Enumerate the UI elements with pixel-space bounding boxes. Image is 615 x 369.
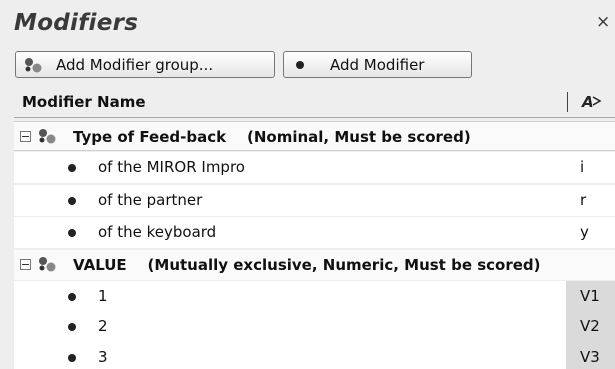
column-separator[interactable] xyxy=(567,92,568,112)
modifier-row[interactable]: of the MIROR Impro i xyxy=(14,152,615,183)
modifier-row[interactable]: of the partner r xyxy=(14,185,615,216)
group-name: VALUE (Mutually exclusive, Numeric, Must… xyxy=(73,256,541,274)
modifier-group-icon xyxy=(36,127,58,149)
group-title: Type of Feed-back xyxy=(73,128,227,146)
add-modifier-label: Add Modifier xyxy=(330,55,425,74)
modifier-group-icon xyxy=(22,56,44,74)
bullet-icon xyxy=(68,354,76,362)
modifier-code: V3 xyxy=(566,342,615,369)
group-description: (Mutually exclusive, Numeric, Must be sc… xyxy=(147,256,541,274)
modifier-label: 2 xyxy=(98,317,108,335)
modifier-label: 1 xyxy=(98,287,108,305)
column-header: Modifier Name A xyxy=(14,86,615,118)
modifier-code: r xyxy=(580,191,587,209)
bullet-icon xyxy=(296,60,304,69)
bullet-icon xyxy=(68,323,76,331)
bullet-icon xyxy=(68,197,76,205)
modifier-label: 3 xyxy=(98,348,108,366)
modifier-group-icon xyxy=(36,255,58,277)
bullet-icon xyxy=(68,164,76,172)
modifier-row[interactable]: of the keyboard y xyxy=(14,217,615,248)
sort-az-icon[interactable]: A xyxy=(581,91,603,115)
modifier-label: of the MIROR Impro xyxy=(98,158,245,176)
bullet-icon xyxy=(68,293,76,301)
modifier-group-row[interactable]: VALUE (Mutually exclusive, Numeric, Must… xyxy=(14,250,615,280)
modifier-row[interactable]: 2 V2 xyxy=(14,311,615,342)
collapse-icon[interactable] xyxy=(20,131,31,142)
modifier-row[interactable]: 1 V1 xyxy=(14,281,615,312)
add-modifier-group-button[interactable]: Add Modifier group... xyxy=(15,51,275,78)
group-name: Type of Feed-back (Nominal, Must be scor… xyxy=(73,128,471,146)
modifier-label: of the keyboard xyxy=(98,223,217,241)
modifier-name-header[interactable]: Modifier Name xyxy=(22,93,146,111)
panel-title: Modifiers xyxy=(14,10,139,36)
svg-text:A: A xyxy=(581,93,594,111)
modifier-group-row[interactable]: Type of Feed-back (Nominal, Must be scor… xyxy=(14,121,615,151)
group-description: (Nominal, Must be scored) xyxy=(246,128,471,146)
modifier-code: i xyxy=(580,158,585,176)
close-icon[interactable]: × xyxy=(596,12,610,32)
add-modifier-button[interactable]: Add Modifier xyxy=(283,51,472,78)
modifier-code: y xyxy=(580,223,589,241)
modifier-label: of the partner xyxy=(98,191,203,209)
bullet-icon xyxy=(68,229,76,237)
collapse-icon[interactable] xyxy=(20,259,31,270)
modifier-code: V2 xyxy=(566,311,615,342)
modifier-row[interactable]: 3 V3 xyxy=(14,342,615,369)
group-title: VALUE xyxy=(73,256,127,274)
modifier-code: V1 xyxy=(566,281,615,312)
add-modifier-group-label: Add Modifier group... xyxy=(56,55,214,74)
